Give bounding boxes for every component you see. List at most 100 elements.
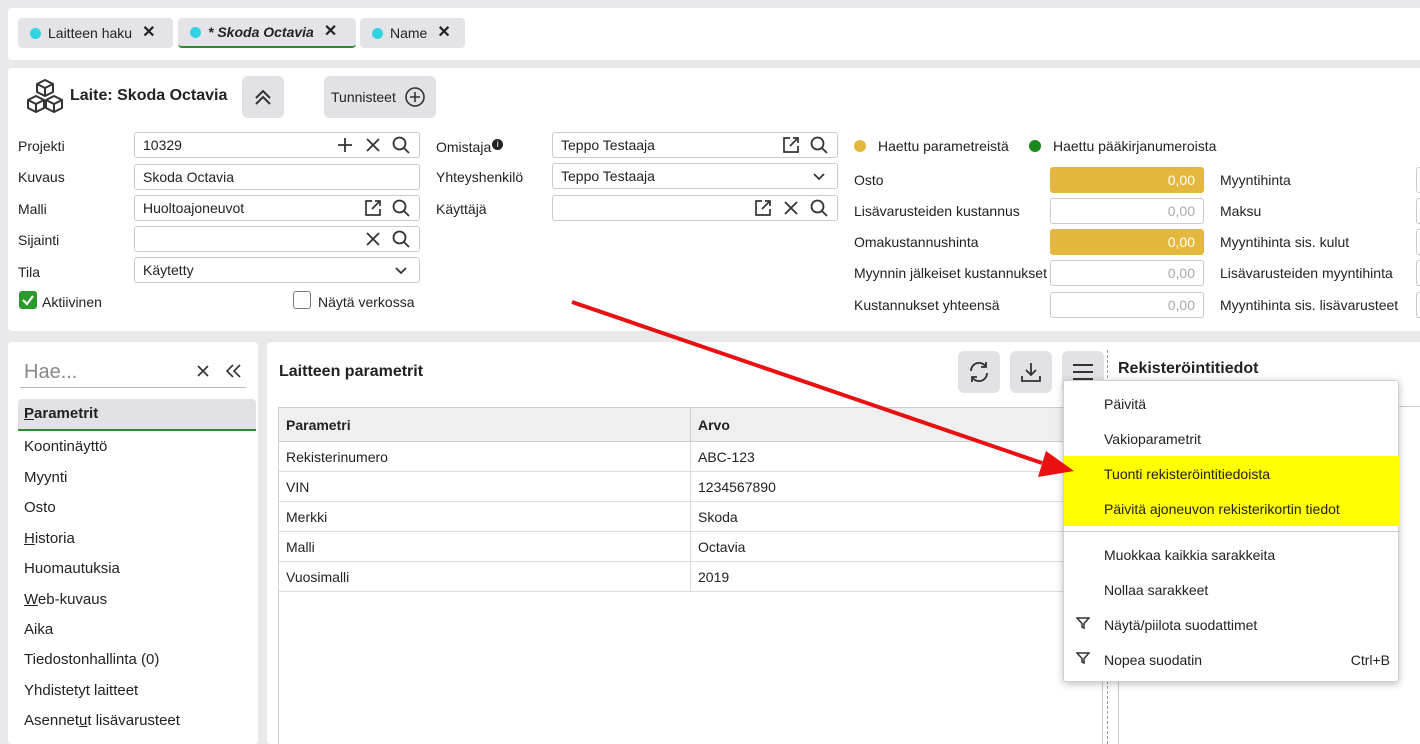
lisavarusteiden-kustannus-field[interactable]: 0,00 xyxy=(1050,198,1204,224)
sidebar-item[interactable]: Aika xyxy=(24,621,53,638)
table-row[interactable]: Malli Octavia xyxy=(279,532,1102,562)
column-header-parametri[interactable]: Parametri xyxy=(279,408,691,441)
clear-icon[interactable] xyxy=(363,135,383,155)
menu-item-nopea-suodatin[interactable]: Nopea suodatin Ctrl+B xyxy=(1064,642,1400,677)
tab-label: Name xyxy=(390,25,428,41)
close-icon[interactable]: ✕ xyxy=(142,25,155,41)
sidebar-item-mnemonic: H xyxy=(24,530,35,547)
sidebar-search[interactable]: Hae... xyxy=(20,358,246,388)
cell-parametri: VIN xyxy=(279,472,691,501)
table-row[interactable]: Rekisterinumero ABC-123 xyxy=(279,442,1102,472)
parameters-grid: Parametri Arvo Rekisterinumero ABC-123 VIN… xyxy=(278,407,1103,744)
yhteyshenkilo-select[interactable]: Teppo Testaaja xyxy=(552,163,838,189)
lisavarusteiden-myyntihinta-field[interactable] xyxy=(1416,260,1420,286)
download-button[interactable] xyxy=(1010,351,1052,393)
cell-parametri: Malli xyxy=(279,532,691,561)
menu-item-paivita-rekisterikortti[interactable]: Päivitä ajoneuvon rekisterikortin tiedot xyxy=(1064,491,1400,526)
plus-icon[interactable] xyxy=(335,135,355,155)
myyntihinta-label: Myyntihinta xyxy=(1220,172,1291,188)
add-circle-icon xyxy=(405,87,425,107)
tunnisteet-button[interactable]: Tunnisteet xyxy=(324,76,436,118)
myyntihinta-field[interactable] xyxy=(1416,167,1420,193)
clear-icon[interactable] xyxy=(363,229,383,249)
sidebar-item[interactable]: Yhdistetyt laitteet xyxy=(24,682,138,699)
myynnin-jalkeiset-field[interactable]: 0,00 xyxy=(1050,260,1204,286)
tila-value: Käytetty xyxy=(143,262,194,278)
legend-params-label: Haettu parametreistä xyxy=(878,138,1009,154)
menu-item-nayta-suodattimet[interactable]: Näytä/piilota suodattimet xyxy=(1064,607,1400,642)
close-icon[interactable]: ✕ xyxy=(324,24,337,40)
omakustannushinta-field[interactable]: 0,00 xyxy=(1050,229,1204,255)
sidebar-item[interactable]: Myynti xyxy=(24,469,67,486)
sidebar-item[interactable]: Web-kuvaus xyxy=(24,591,107,608)
kuvaus-field[interactable]: Skoda Octavia xyxy=(134,164,420,190)
omistaja-field[interactable]: Teppo Testaaja xyxy=(552,132,838,158)
open-external-icon[interactable] xyxy=(781,135,801,155)
tab-skoda-octavia[interactable]: * Skoda Octavia ✕ xyxy=(178,18,356,48)
sidebar-item-label-part: istoria xyxy=(34,530,75,547)
cell-arvo: Skoda xyxy=(698,508,738,525)
menu-item-vakioparametrit[interactable]: Vakioparametrit xyxy=(1064,421,1400,456)
search-icon[interactable] xyxy=(391,229,411,249)
collapse-sidebar-icon[interactable] xyxy=(224,363,242,382)
info-icon[interactable]: i xyxy=(492,139,504,150)
legend-dot-params xyxy=(854,140,866,152)
table-row[interactable]: Vuosimalli 2019 xyxy=(279,562,1102,592)
sidebar-item-mnemonic: W xyxy=(24,591,38,608)
nayta-verkossa-checkbox[interactable] xyxy=(293,291,311,309)
myyntihinta-sis-lisavarusteet-field[interactable] xyxy=(1416,292,1420,318)
tab-label: * Skoda Octavia xyxy=(208,24,314,40)
tunnisteet-label: Tunnisteet xyxy=(331,89,396,105)
kayttaja-field[interactable] xyxy=(552,195,838,221)
open-external-icon[interactable] xyxy=(363,198,383,218)
sidebar-item[interactable]: Tiedostonhallinta (0) xyxy=(24,651,159,668)
clear-icon[interactable] xyxy=(196,364,210,381)
clear-icon[interactable] xyxy=(781,198,801,218)
sidebar-item-label-part: Osto xyxy=(24,499,56,516)
menu-item-nollaa-sarakkeet[interactable]: Nollaa sarakkeet xyxy=(1064,572,1400,607)
sidebar-item[interactable]: Koontinäyttö xyxy=(24,438,107,455)
aktiivinen-checkbox[interactable] xyxy=(19,291,37,309)
sidebar-item[interactable]: Osto xyxy=(24,499,56,516)
aktiivinen-label: Aktiivinen xyxy=(42,294,102,310)
projekti-field[interactable]: 10329 xyxy=(134,132,420,158)
refresh-button[interactable] xyxy=(958,351,1000,393)
collapse-button[interactable] xyxy=(242,76,284,118)
cubes-icon xyxy=(26,78,64,117)
sidebar-item[interactable]: Historia xyxy=(24,530,75,547)
projekti-value: 10329 xyxy=(143,137,182,153)
search-icon[interactable] xyxy=(809,198,829,218)
sidebar-item-label-part: Aika xyxy=(24,621,54,638)
myyntihinta-sis-kulut-field[interactable] xyxy=(1416,229,1420,255)
tab-laitteen-haku[interactable]: Laitteen haku ✕ xyxy=(18,18,173,48)
maksu-field[interactable] xyxy=(1416,198,1420,224)
tila-select[interactable]: Käytetty xyxy=(134,257,420,283)
menu-item-tuonti-rekisterointitiedoista[interactable]: Tuonti rekisteröintitiedoista xyxy=(1064,456,1400,491)
menu-separator xyxy=(1064,531,1400,532)
kustannukset-yhteensa-field[interactable]: 0,00 xyxy=(1050,292,1204,318)
sijainti-field[interactable] xyxy=(134,226,420,252)
sidebar-item[interactable]: Parametrit xyxy=(18,399,256,431)
menu-item-label: Muokkaa kaikkia sarakkeita xyxy=(1104,546,1276,563)
menu-item-paivita[interactable]: Päivitä xyxy=(1064,386,1400,421)
filter-icon xyxy=(1075,651,1091,668)
checkmark-icon xyxy=(22,295,34,306)
osto-field[interactable]: 0,00 xyxy=(1050,167,1204,193)
open-external-icon[interactable] xyxy=(753,198,773,218)
menu-item-shortcut: Ctrl+B xyxy=(1350,651,1390,668)
cell-arvo: Octavia xyxy=(698,538,746,555)
sidebar-item[interactable]: Asennetut lisävarusteet xyxy=(24,712,180,729)
close-icon[interactable]: ✕ xyxy=(437,25,450,41)
search-icon[interactable] xyxy=(809,135,829,155)
tab-name[interactable]: Name ✕ xyxy=(360,18,465,48)
sidebar-item[interactable]: Huomautuksia xyxy=(24,560,120,577)
search-icon[interactable] xyxy=(391,198,411,218)
sidebar-search-input[interactable]: Hae... xyxy=(20,361,196,384)
column-header-arvo[interactable]: Arvo xyxy=(691,408,1102,441)
search-icon[interactable] xyxy=(391,135,411,155)
download-icon xyxy=(1021,363,1041,382)
menu-item-muokkaa-sarakkeita[interactable]: Muokkaa kaikkia sarakkeita xyxy=(1064,537,1400,572)
table-row[interactable]: VIN 1234567890 xyxy=(279,472,1102,502)
table-row[interactable]: Merkki Skoda xyxy=(279,502,1102,532)
malli-field[interactable]: Huoltoajoneuvot xyxy=(134,195,420,221)
